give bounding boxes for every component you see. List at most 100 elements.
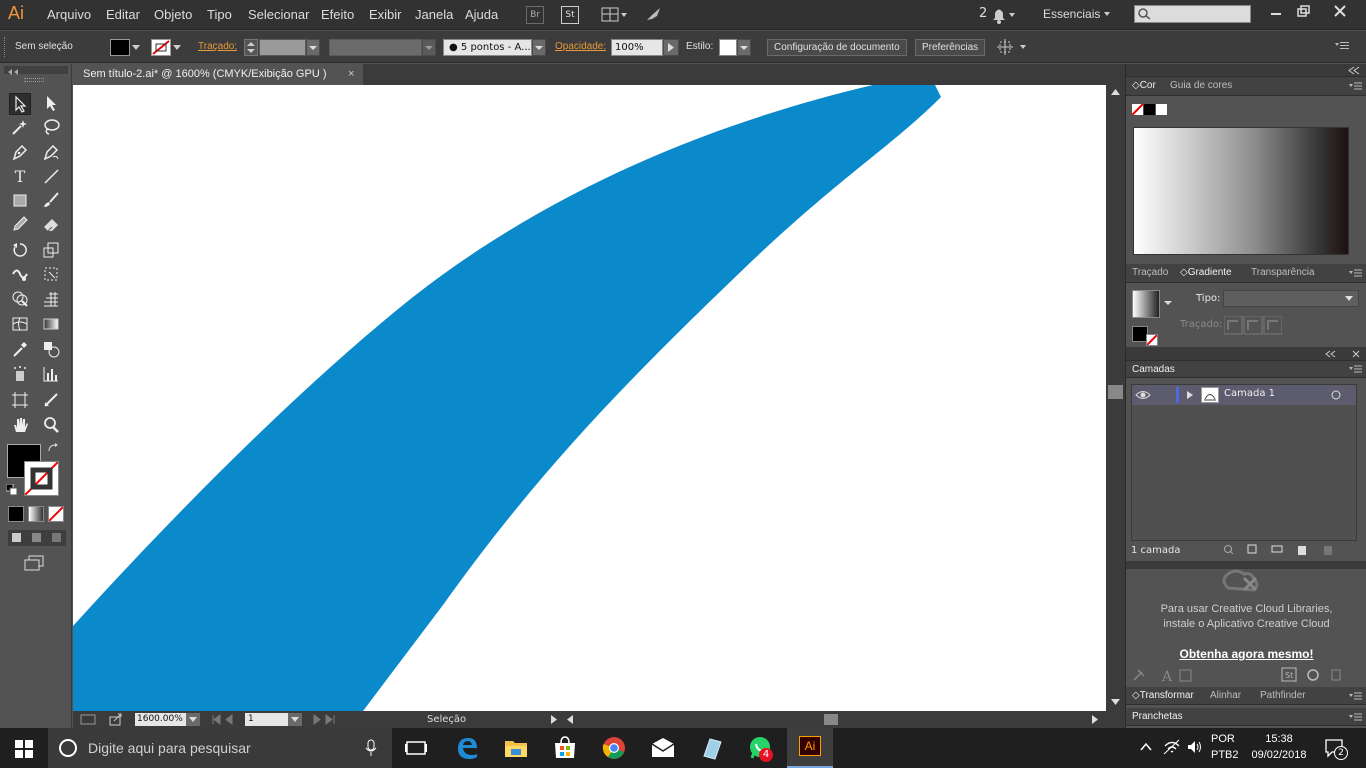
default-colors-icon[interactable] bbox=[5, 483, 18, 496]
artboard-canvas[interactable] bbox=[73, 85, 1106, 711]
tab-transformar[interactable]: ◇Transformar bbox=[1132, 690, 1194, 701]
color-quick-swatches[interactable] bbox=[1131, 103, 1172, 116]
line-tool-icon[interactable] bbox=[40, 166, 62, 188]
document-setup-button[interactable]: Configuração de documento bbox=[767, 39, 907, 56]
document-tab[interactable]: Sem título-2.ai* @ 1600% (CMYK/Exibição … bbox=[73, 64, 363, 85]
network-icon[interactable] bbox=[1163, 738, 1181, 756]
minimize-button[interactable] bbox=[1266, 4, 1286, 20]
selection-tool-icon[interactable] bbox=[9, 93, 31, 115]
perspective-grid-tool-icon[interactable] bbox=[40, 289, 62, 311]
menu-arquivo[interactable]: Arquivo bbox=[47, 7, 91, 22]
windows-start-icon[interactable] bbox=[14, 739, 34, 759]
mesh-tool-icon[interactable] bbox=[9, 314, 31, 336]
restore-button[interactable] bbox=[1293, 4, 1313, 20]
variable-width-dropdown[interactable] bbox=[422, 39, 436, 56]
mail-icon[interactable] bbox=[649, 734, 677, 762]
horizontal-scrollbar[interactable] bbox=[565, 714, 1102, 725]
brush-definition[interactable]: ● 5 pontos - A... bbox=[443, 39, 532, 56]
variable-width-profile[interactable] bbox=[329, 39, 422, 56]
workspace-chevron-icon[interactable] bbox=[1102, 9, 1112, 19]
direct-selection-tool-icon[interactable] bbox=[40, 93, 62, 115]
none-mode-icon[interactable] bbox=[48, 506, 64, 522]
close-window-button[interactable] bbox=[1328, 2, 1352, 20]
tab-pranchetas[interactable]: Pranchetas bbox=[1132, 711, 1183, 722]
eye-icon[interactable] bbox=[1135, 388, 1151, 402]
task-view-icon[interactable] bbox=[402, 734, 430, 762]
zoom-level-input[interactable]: 1600.00% bbox=[135, 713, 186, 726]
zoom-dropdown-icon[interactable] bbox=[186, 713, 200, 726]
first-prev-artboard-icon[interactable] bbox=[211, 714, 247, 725]
tab-tracado[interactable]: Traçado bbox=[1132, 267, 1168, 278]
style-dropdown[interactable] bbox=[737, 39, 751, 56]
draw-modes[interactable] bbox=[8, 530, 66, 546]
file-explorer-icon[interactable] bbox=[502, 734, 530, 762]
eraser-tool-icon[interactable] bbox=[40, 214, 62, 236]
artboard-tool-icon[interactable] bbox=[9, 390, 31, 412]
status-menu-arrow-icon[interactable] bbox=[549, 714, 559, 725]
volume-icon[interactable] bbox=[1186, 738, 1204, 756]
opacity-arrow-icon[interactable] bbox=[663, 39, 679, 56]
export-icon[interactable] bbox=[108, 713, 124, 726]
eyedropper-tool-icon[interactable] bbox=[9, 339, 31, 361]
language-code[interactable]: POR bbox=[1211, 733, 1235, 745]
stroke-weight-label[interactable]: Traçado: bbox=[198, 41, 237, 52]
transform-options-icon[interactable] bbox=[996, 38, 1032, 56]
artboards-panel-menu-icon[interactable] bbox=[1349, 712, 1363, 722]
taskbar-search-box[interactable]: Digite aqui para pesquisar bbox=[48, 728, 392, 768]
store-icon[interactable] bbox=[551, 734, 579, 762]
tab-pathfinder[interactable]: Pathfinder bbox=[1260, 690, 1306, 701]
next-last-artboard-icon[interactable] bbox=[311, 714, 341, 725]
preferences-button[interactable]: Preferências bbox=[915, 39, 986, 56]
slice-tool-icon[interactable] bbox=[40, 390, 62, 412]
bell-icon[interactable] bbox=[990, 5, 1018, 25]
tab-guia-de-cores[interactable]: Guia de cores bbox=[1170, 80, 1232, 91]
blue-brush-stroke[interactable] bbox=[73, 85, 941, 711]
warp-tool-icon[interactable] bbox=[9, 264, 31, 286]
chrome-icon[interactable] bbox=[600, 734, 628, 762]
tab-alinhar[interactable]: Alinhar bbox=[1210, 690, 1241, 701]
type-tool-icon[interactable]: T bbox=[9, 166, 31, 188]
expand-layer-icon[interactable] bbox=[1185, 390, 1195, 400]
menu-janela[interactable]: Janela bbox=[415, 7, 453, 22]
clock-time[interactable]: 15:38 bbox=[1250, 733, 1308, 745]
menu-editar[interactable]: Editar bbox=[106, 7, 140, 22]
stock-button[interactable]: St bbox=[561, 6, 579, 24]
rocket-icon[interactable] bbox=[644, 5, 664, 25]
color-spectrum[interactable] bbox=[1133, 127, 1349, 255]
opacity-input[interactable]: 100% bbox=[611, 39, 663, 56]
stroke-swatch[interactable] bbox=[151, 39, 171, 56]
stroke-color-swatch[interactable] bbox=[24, 461, 59, 496]
artboard-number-input[interactable]: 1 bbox=[245, 713, 288, 726]
layer-name[interactable]: Camada 1 bbox=[1224, 388, 1275, 399]
hand-tool-icon[interactable] bbox=[9, 415, 31, 437]
blend-tool-icon[interactable] bbox=[40, 339, 62, 361]
vertical-scrollbar[interactable] bbox=[1106, 85, 1125, 711]
document-close-icon[interactable]: × bbox=[348, 64, 354, 85]
artboard-nav-icon[interactable] bbox=[79, 713, 101, 726]
stroke-weight-dropdown[interactable] bbox=[306, 39, 320, 56]
layers-panel-menu-icon[interactable] bbox=[1349, 364, 1363, 374]
zoom-tool-icon[interactable] bbox=[40, 415, 62, 437]
shape-builder-tool-icon[interactable] bbox=[9, 289, 31, 311]
tab-cor[interactable]: ◇Cor bbox=[1132, 80, 1156, 91]
gradient-preset-dropdown-icon[interactable] bbox=[1163, 298, 1173, 308]
layer-target-icon[interactable] bbox=[1330, 389, 1342, 401]
fill-swatch[interactable] bbox=[110, 39, 130, 56]
gradient-tool-icon[interactable] bbox=[40, 314, 62, 336]
lasso-tool-icon[interactable] bbox=[40, 117, 62, 139]
transform-panel-menu-icon[interactable] bbox=[1349, 691, 1363, 701]
tab-transparencia[interactable]: Transparência bbox=[1251, 267, 1315, 278]
layer-row[interactable]: Camada 1 bbox=[1132, 385, 1356, 405]
tab-gradiente[interactable]: ◇Gradiente bbox=[1180, 267, 1232, 278]
menu-ajuda[interactable]: Ajuda bbox=[465, 7, 498, 22]
free-transform-tool-icon[interactable] bbox=[40, 264, 62, 286]
color-mode-icon[interactable] bbox=[8, 506, 24, 522]
keyboard-layout[interactable]: PTB2 bbox=[1211, 749, 1239, 761]
stroke-dropdown-icon[interactable] bbox=[171, 41, 183, 53]
menu-exibir[interactable]: Exibir bbox=[369, 7, 402, 22]
swap-colors-icon[interactable] bbox=[47, 443, 61, 455]
screen-mode-icon[interactable] bbox=[23, 554, 47, 572]
opacity-label[interactable]: Opacidade: bbox=[555, 41, 606, 52]
cc-get-link[interactable]: Obtenha agora mesmo! bbox=[1126, 647, 1366, 661]
gradient-type-select[interactable] bbox=[1223, 290, 1359, 307]
